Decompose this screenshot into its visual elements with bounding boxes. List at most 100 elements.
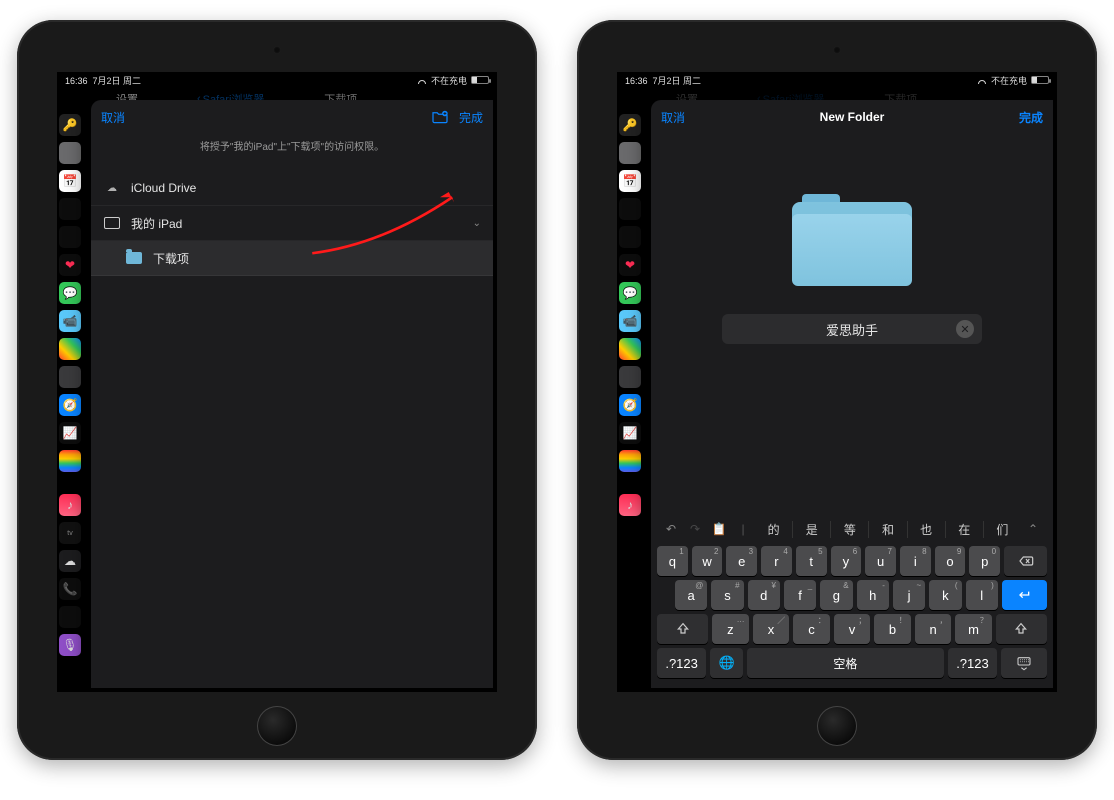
screen-right: 16:36 7月2日 周二 不在充电 设置 ‹ Safari浏览器 下载项 🔑 xyxy=(617,72,1057,692)
key-n[interactable]: n， xyxy=(915,614,952,644)
home-button[interactable] xyxy=(257,706,297,746)
app-icon: 📹 xyxy=(619,310,641,332)
key-l[interactable]: l) xyxy=(966,580,998,610)
candidate[interactable]: 们 xyxy=(984,521,1021,538)
app-icon xyxy=(619,338,641,360)
app-icon: 💬 xyxy=(619,282,641,304)
folder-name-input[interactable] xyxy=(722,314,982,344)
key-u[interactable]: u7 xyxy=(865,546,896,576)
key-a[interactable]: a@ xyxy=(675,580,707,610)
paste-icon[interactable]: 📋 xyxy=(707,522,731,536)
app-icon xyxy=(619,142,641,164)
app-icon: 🔑 xyxy=(619,114,641,136)
status-date: 7月2日 周二 xyxy=(93,76,142,86)
app-icon xyxy=(619,198,641,220)
key-p[interactable]: p0 xyxy=(969,546,1000,576)
candidate-bar: ↶ ↷ 📋 | 的 是 等 和 也 在 们 ⌃ xyxy=(655,516,1049,542)
battery-icon xyxy=(471,76,489,84)
row-downloads[interactable]: 下载项 xyxy=(91,241,493,276)
key-k[interactable]: k( xyxy=(929,580,961,610)
ipad-device-icon xyxy=(103,214,121,232)
sheet-title: New Folder xyxy=(651,110,1053,124)
new-folder-icon[interactable] xyxy=(431,110,449,124)
key-m[interactable]: m？ xyxy=(955,614,992,644)
app-icon: 💬 xyxy=(59,282,81,304)
key-t[interactable]: t5 xyxy=(796,546,827,576)
key-numbers[interactable]: .?123 xyxy=(948,648,997,678)
key-w[interactable]: w2 xyxy=(692,546,723,576)
key-space[interactable]: 空格 xyxy=(747,648,944,678)
app-icon-tv: tv xyxy=(59,522,81,544)
app-icon xyxy=(59,450,81,472)
candidate[interactable]: 在 xyxy=(946,521,984,538)
front-camera xyxy=(273,46,281,54)
done-button[interactable]: 完成 xyxy=(1019,109,1043,126)
candidate[interactable]: 也 xyxy=(908,521,946,538)
key-x[interactable]: x／ xyxy=(753,614,790,644)
done-button[interactable]: 完成 xyxy=(459,109,483,126)
app-icon xyxy=(59,198,81,220)
key-d[interactable]: d¥ xyxy=(748,580,780,610)
app-icon-music: ♪ xyxy=(619,494,641,516)
app-icon: 📈 xyxy=(619,422,641,444)
key-s[interactable]: s# xyxy=(711,580,743,610)
key-dismiss-icon[interactable] xyxy=(1001,648,1047,678)
status-bar: 16:36 7月2日 周二 不在充电 xyxy=(57,72,497,88)
clear-text-icon[interactable]: ✕ xyxy=(956,320,974,338)
key-c[interactable]: c： xyxy=(793,614,830,644)
cloud-icon: ☁ xyxy=(103,179,121,197)
key-shift-icon[interactable] xyxy=(657,614,708,644)
key-q[interactable]: q1 xyxy=(657,546,688,576)
app-icon xyxy=(59,338,81,360)
status-time: 16:36 xyxy=(625,76,648,86)
candidate[interactable]: 的 xyxy=(755,521,793,538)
key-o[interactable]: o9 xyxy=(935,546,966,576)
row-my-ipad[interactable]: 我的 iPad ⌄ xyxy=(91,206,493,241)
key-shift-icon[interactable] xyxy=(996,614,1047,644)
folder-large-icon xyxy=(792,194,912,294)
screen-left: 16:36 7月2日 周二 不在充电 设置 ‹ Safari浏览器 下载项 ✓ xyxy=(57,72,497,692)
app-icon xyxy=(59,606,81,628)
ipad-right: 16:36 7月2日 周二 不在充电 设置 ‹ Safari浏览器 下载项 🔑 xyxy=(577,20,1097,760)
home-button[interactable] xyxy=(817,706,857,746)
app-icon: 🔑 xyxy=(59,114,81,136)
undo-icon[interactable]: ↶ xyxy=(659,522,683,536)
key-i[interactable]: i8 xyxy=(900,546,931,576)
key-f[interactable]: f_ xyxy=(784,580,816,610)
key-v[interactable]: v； xyxy=(834,614,871,644)
key-b[interactable]: b！ xyxy=(874,614,911,644)
app-icon: 📅 xyxy=(619,170,641,192)
row-icloud-drive[interactable]: ☁ iCloud Drive xyxy=(91,171,493,206)
candidate[interactable]: 等 xyxy=(831,521,869,538)
key-g[interactable]: g& xyxy=(820,580,852,610)
app-icon xyxy=(619,450,641,472)
key-z[interactable]: z… xyxy=(712,614,749,644)
app-icon xyxy=(619,226,641,248)
app-icon: 📹 xyxy=(59,310,81,332)
key-numbers[interactable]: .?123 xyxy=(657,648,706,678)
expand-candidates-icon[interactable]: ⌃ xyxy=(1021,522,1045,536)
key-y[interactable]: y6 xyxy=(831,546,862,576)
cancel-button[interactable]: 取消 xyxy=(661,109,685,126)
app-icon: 📞 xyxy=(59,578,81,600)
key-e[interactable]: e3 xyxy=(726,546,757,576)
key-globe-icon[interactable]: 🌐 xyxy=(710,648,743,678)
cancel-button[interactable]: 取消 xyxy=(101,109,125,126)
key-backspace-icon[interactable] xyxy=(1004,546,1047,576)
app-icon-safari: 🧭 xyxy=(59,394,81,416)
key-h[interactable]: h- xyxy=(857,580,889,610)
app-icon xyxy=(59,142,81,164)
redo-icon[interactable]: ↷ xyxy=(683,522,707,536)
key-r[interactable]: r4 xyxy=(761,546,792,576)
app-icon xyxy=(59,366,81,388)
location-list: ☁ iCloud Drive 我的 iPad ⌄ 下载项 xyxy=(91,171,493,276)
key-return-icon[interactable] xyxy=(1002,580,1047,610)
app-icon: ❤ xyxy=(619,254,641,276)
key-j[interactable]: j~ xyxy=(893,580,925,610)
row-label: 下载项 xyxy=(153,250,481,267)
app-icon-safari: 🧭 xyxy=(619,394,641,416)
status-time: 16:36 xyxy=(65,76,88,86)
sheet-subtitle: 将授予"我的iPad"上"下载项"的访问权限。 xyxy=(91,138,493,153)
candidate[interactable]: 和 xyxy=(869,521,907,538)
candidate[interactable]: 是 xyxy=(793,521,831,538)
